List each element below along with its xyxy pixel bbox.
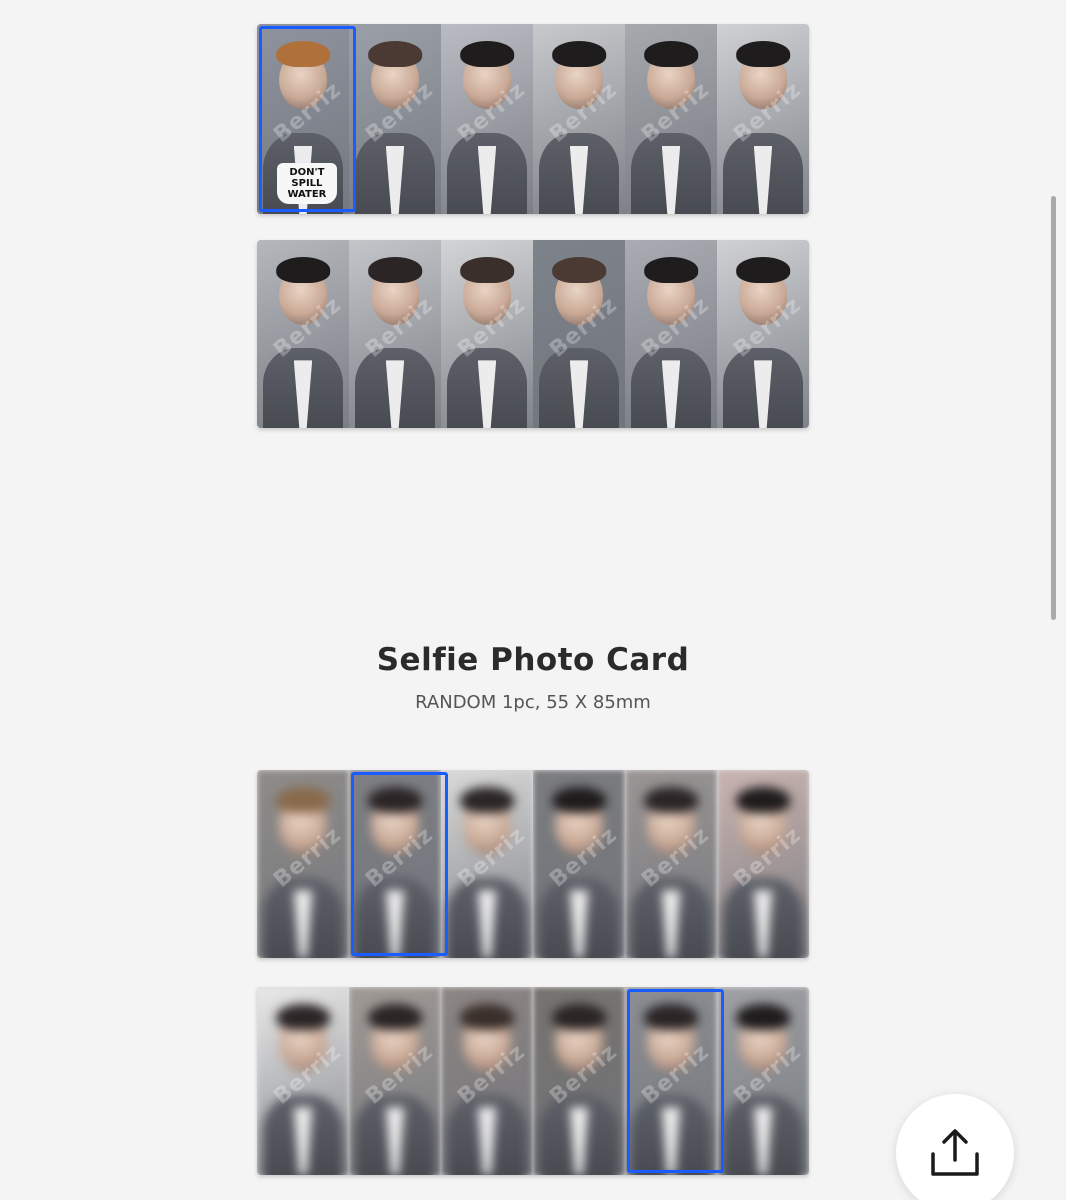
hair (644, 256, 698, 284)
hair (644, 786, 698, 814)
photo-card-strip-2: Berriz Berriz Berriz Berriz Berriz Berriz (257, 240, 809, 428)
member-figure (349, 770, 441, 958)
hair (368, 256, 422, 284)
member-figure (625, 24, 717, 214)
member-figure (257, 240, 349, 428)
hair (460, 41, 514, 68)
photo-card: Berriz (533, 240, 625, 428)
photo-card: Berriz (441, 987, 533, 1175)
hair (276, 786, 330, 814)
photo-card: Berriz (349, 987, 441, 1175)
member-figure (625, 770, 717, 958)
member-figure (533, 770, 625, 958)
member-figure (533, 24, 625, 214)
member-figure (257, 987, 349, 1175)
hair (552, 41, 606, 68)
photo-card: Berriz (533, 24, 625, 214)
hair (736, 786, 790, 814)
photo-card: Berriz (349, 770, 441, 958)
member-figure (717, 987, 809, 1175)
hair (276, 256, 330, 284)
member-figure (717, 770, 809, 958)
hair (368, 41, 422, 68)
section-title: Selfie Photo Card (376, 642, 690, 678)
photo-card-strip-1: DON'T SPILL WATER Berriz Berriz Berriz Berri… (257, 24, 809, 214)
photo-card: Berriz (625, 240, 717, 428)
hair (460, 786, 514, 814)
photo-card: Berriz (441, 24, 533, 214)
photo-card: Berriz (441, 770, 533, 958)
vertical-scrollbar[interactable] (1051, 196, 1056, 620)
photo-card: Berriz (625, 24, 717, 214)
hair (460, 256, 514, 284)
hair (736, 1003, 790, 1031)
share-upload-icon (931, 1129, 979, 1176)
selfie-card-strip-1: Berriz Berriz Berriz Berriz Berriz Berriz (257, 770, 809, 958)
member-figure (441, 240, 533, 428)
hair (644, 41, 698, 68)
hair (368, 786, 422, 814)
photo-card: Berriz (717, 770, 809, 958)
member-figure (533, 240, 625, 428)
photo-card: Berriz (717, 240, 809, 428)
hair (460, 1003, 514, 1031)
photo-card: Berriz (257, 770, 349, 958)
member-figure (349, 240, 441, 428)
hair (644, 1003, 698, 1031)
hair (368, 1003, 422, 1031)
hair (276, 1003, 330, 1031)
product-detail-page: DON'T SPILL WATER Berriz Berriz Berriz Berri… (0, 0, 1066, 1200)
section-subtitle: RANDOM 1pc, 55 X 85mm (415, 692, 651, 713)
hair (552, 1003, 606, 1031)
hair (736, 41, 790, 68)
photo-card: Berriz (717, 24, 809, 214)
photo-card: Berriz (257, 987, 349, 1175)
mug-label: DON'T SPILL WATER (277, 163, 337, 204)
member-figure (441, 24, 533, 214)
photo-card: Berriz (441, 240, 533, 428)
photo-card: Berriz (717, 987, 809, 1175)
photo-card: Berriz (533, 987, 625, 1175)
member-figure (349, 24, 441, 214)
photo-card: Berriz (349, 240, 441, 428)
member-figure (625, 240, 717, 428)
selfie-card-strip-2: Berriz Berriz Berriz Berriz Berriz Berriz (257, 987, 809, 1175)
member-figure (441, 770, 533, 958)
hair (736, 256, 790, 284)
photo-card: Berriz (533, 770, 625, 958)
hair (276, 41, 330, 68)
hair (552, 256, 606, 284)
photo-card: Berriz (625, 770, 717, 958)
hair (552, 786, 606, 814)
photo-card: Berriz (349, 24, 441, 214)
member-figure (625, 987, 717, 1175)
member-figure (257, 770, 349, 958)
member-figure (441, 987, 533, 1175)
member-figure (717, 24, 809, 214)
photo-card: Berriz (257, 240, 349, 428)
member-figure (349, 987, 441, 1175)
share-button[interactable] (896, 1094, 1014, 1200)
member-figure (717, 240, 809, 428)
photo-card: Berriz (625, 987, 717, 1175)
photo-card: DON'T SPILL WATER Berriz (257, 24, 349, 214)
member-figure (533, 987, 625, 1175)
